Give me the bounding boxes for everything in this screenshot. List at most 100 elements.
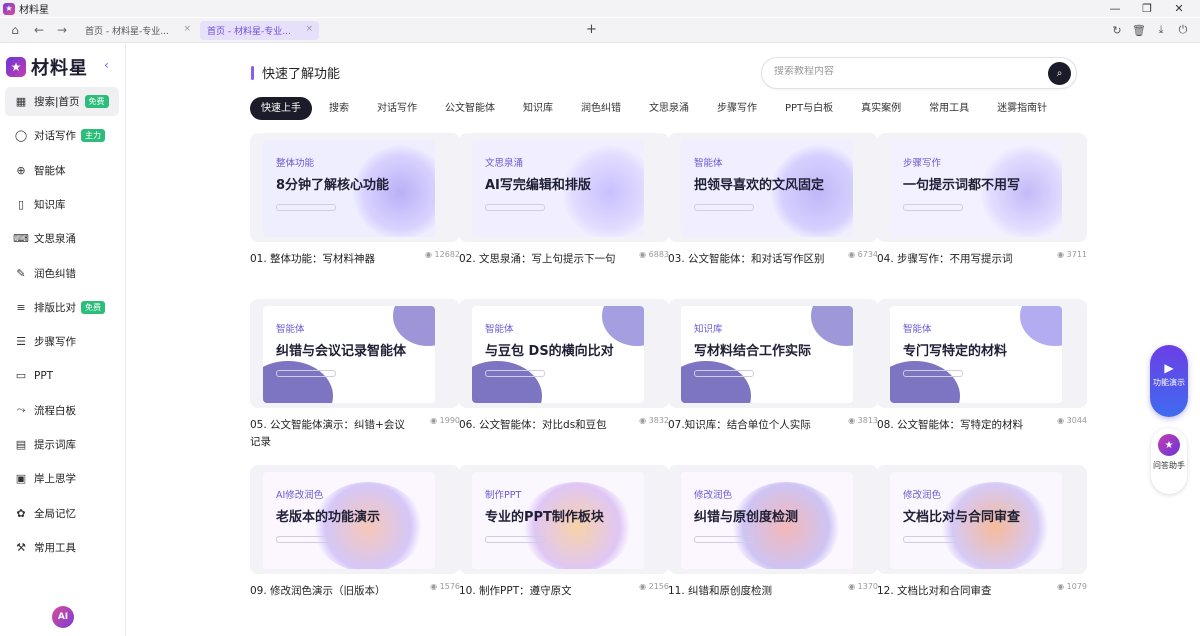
card-caption[interactable]: 04. 步骤写作：不用写提示词 — [877, 251, 1035, 268]
sidebar-item[interactable]: ▦ 搜索|首页 免费 — [5, 87, 119, 116]
sidebar-item[interactable]: ▣ 岸上思学 — [5, 464, 119, 493]
download-icon[interactable]: ⤓ — [1154, 22, 1168, 38]
card-caption[interactable]: 07.知识库：结合单位个人实际 — [668, 417, 826, 434]
eye-icon: ◉ — [1057, 416, 1067, 425]
tutorial-card[interactable]: 智能体 把领导喜欢的文风固定 03. 公文智能体：和对话写作区别 ◉ 6734 — [668, 133, 878, 276]
tutorial-card[interactable]: 修改润色 纠错与原创度检测 11. 纠错和原创度检测 ◉ 1370 — [668, 465, 878, 608]
video-thumbnail[interactable]: 知识库 写材料结合工作实际 — [668, 299, 878, 408]
minimize-button[interactable]: — — [1100, 0, 1130, 17]
tab-close-icon[interactable]: × — [183, 24, 191, 34]
card-caption[interactable]: 06. 公文智能体：对比ds和豆包 — [459, 417, 617, 434]
video-thumbnail[interactable]: 智能体 与豆包 DS的横向比对 — [459, 299, 669, 408]
filter-chip[interactable]: 公文智能体 — [434, 97, 506, 120]
tutorial-card[interactable]: 智能体 与豆包 DS的横向比对 06. 公文智能体：对比ds和豆包 ◉ 3832 — [459, 299, 669, 442]
slide-label-box — [485, 536, 545, 543]
slide-title: 8分钟了解核心功能 — [276, 178, 390, 193]
feature-demo-button[interactable]: ▶ 功能演示 — [1150, 345, 1188, 417]
sidebar-item[interactable]: ⚒ 常用工具 — [5, 533, 119, 562]
collapse-sidebar-icon[interactable]: ‹ — [104, 58, 109, 72]
card-caption[interactable]: 11. 纠错和原创度检测 — [668, 583, 826, 600]
filter-chip[interactable]: 搜索 — [318, 97, 360, 120]
tutorial-card[interactable]: 知识库 写材料结合工作实际 07.知识库：结合单位个人实际 ◉ 3813 — [668, 299, 878, 442]
sidebar-item-label: 步骤写作 — [34, 336, 76, 349]
card-caption[interactable]: 03. 公文智能体：和对话写作区别 — [668, 251, 826, 268]
thumbnail-slide: 修改润色 文档比对与合同审查 — [890, 472, 1062, 569]
tutorial-card[interactable]: 步骤写作 一句提示词都不用写 04. 步骤写作：不用写提示词 ◉ 3711 — [877, 133, 1087, 276]
back-icon[interactable]: ← — [31, 22, 47, 38]
tutorial-card[interactable]: 文思泉涌 AI写完编辑和排版 02. 文思泉涌：写上句提示下一句 ◉ 6883 — [459, 133, 669, 276]
slide-tag: 智能体 — [903, 324, 932, 335]
video-thumbnail[interactable]: 智能体 把领导喜欢的文风固定 — [668, 133, 878, 242]
brand-logo[interactable]: ★ 材料星 — [6, 54, 88, 80]
main-content: 快速了解功能 ⌕ 快速上手搜索对话写作公文智能体知识库润色纠错文思泉涌步骤写作P… — [127, 44, 1200, 636]
video-thumbnail[interactable]: 步骤写作 一句提示词都不用写 — [877, 133, 1087, 242]
filter-chip[interactable]: 知识库 — [512, 97, 564, 120]
sidebar-item[interactable]: ▭ PPT — [5, 361, 119, 390]
tab-label: 首页 - 材料星-专业... — [85, 27, 169, 37]
tutorial-card[interactable]: 修改润色 文档比对与合同审查 12. 文档比对和合同审查 ◉ 1079 — [877, 465, 1087, 608]
card-caption[interactable]: 01. 整体功能：写材料神器 — [250, 251, 408, 268]
view-count: ◉ 3044 — [1057, 416, 1087, 425]
video-thumbnail[interactable]: 整体功能 8分钟了解核心功能 — [250, 133, 460, 242]
browser-tab[interactable]: 首页 - 材料星-专业... × — [78, 21, 197, 40]
home-icon[interactable]: ⌂ — [7, 22, 23, 38]
video-thumbnail[interactable]: 智能体 专门写特定的材料 — [877, 299, 1087, 408]
slide-tag: 步骤写作 — [903, 158, 942, 169]
sidebar-item[interactable]: ⤳ 流程白板 — [5, 396, 119, 425]
maximize-button[interactable]: ❐ — [1132, 0, 1162, 17]
tutorial-card[interactable]: 制作PPT 专业的PPT制作板块 10. 制作PPT：遵守原文 ◉ 2156 — [459, 465, 669, 608]
video-thumbnail[interactable]: AI修改润色 老版本的功能演示 — [250, 465, 460, 574]
sidebar-item-label: 文思泉涌 — [34, 233, 76, 246]
tutorial-card[interactable]: 智能体 专门写特定的材料 08. 公文智能体：写特定的材料 ◉ 3044 — [877, 299, 1087, 442]
sidebar-item[interactable]: ▤ 提示词库 — [5, 430, 119, 459]
sidebar-item[interactable]: ✿ 全局记忆 — [5, 499, 119, 528]
tutorial-card[interactable]: 智能体 纠错与会议记录智能体 05. 公文智能体演示：纠错+会议记录 ◉ 1990 — [250, 299, 460, 448]
filter-chip[interactable]: 步骤写作 — [706, 97, 768, 120]
tutorial-card[interactable]: AI修改润色 老版本的功能演示 09. 修改润色演示（旧版本） ◉ 1576 — [250, 465, 460, 608]
filter-chip[interactable]: 常用工具 — [918, 97, 980, 120]
video-thumbnail[interactable]: 制作PPT 专业的PPT制作板块 — [459, 465, 669, 574]
video-thumbnail[interactable]: 修改润色 纠错与原创度检测 — [668, 465, 878, 574]
tutorial-card[interactable]: 整体功能 8分钟了解核心功能 01. 整体功能：写材料神器 ◉ 12682 — [250, 133, 460, 276]
sidebar-item[interactable]: ≡ 排版比对 免费 — [5, 293, 119, 322]
tab-close-icon[interactable]: × — [305, 24, 313, 34]
slide-label-box — [276, 204, 336, 211]
search-input[interactable] — [774, 66, 1034, 77]
card-caption[interactable]: 09. 修改润色演示（旧版本） — [250, 583, 408, 600]
card-caption[interactable]: 02. 文思泉涌：写上句提示下一句 — [459, 251, 617, 268]
power-icon[interactable]: ⏻ — [1176, 22, 1190, 38]
section-title: 快速了解功能 — [262, 67, 341, 82]
qa-assistant-button[interactable]: ★ 问答助手 — [1151, 428, 1187, 494]
slide-tag: 修改润色 — [903, 490, 942, 501]
forward-icon[interactable]: → — [54, 22, 70, 38]
sidebar-item[interactable]: ☰ 步骤写作 — [5, 327, 119, 356]
filter-chip[interactable]: 润色纠错 — [570, 97, 632, 120]
sidebar-item[interactable]: ▯ 知识库 — [5, 190, 119, 219]
browser-tab-active[interactable]: 首页 - 材料星-专业... × — [200, 21, 319, 40]
sidebar-item[interactable]: ◯ 对话写作 主力 — [5, 121, 119, 150]
sidebar-item[interactable]: ✎ 润色纠错 — [5, 259, 119, 288]
close-window-button[interactable]: ✕ — [1164, 0, 1194, 17]
video-thumbnail[interactable]: 文思泉涌 AI写完编辑和排版 — [459, 133, 669, 242]
trash-icon[interactable]: 🗑 — [1132, 22, 1146, 38]
filter-chip[interactable]: 快速上手 — [250, 97, 312, 120]
filter-chip[interactable]: 文思泉涌 — [638, 97, 700, 120]
card-caption[interactable]: 08. 公文智能体：写特定的材料 — [877, 417, 1035, 434]
sidebar-item[interactable]: ⌨ 文思泉涌 — [5, 224, 119, 253]
video-thumbnail[interactable]: 智能体 纠错与会议记录智能体 — [250, 299, 460, 408]
view-count: ◉ 1370 — [848, 582, 878, 591]
search-button[interactable]: ⌕ — [1048, 62, 1071, 85]
filter-chip[interactable]: PPT与白板 — [774, 97, 844, 120]
filter-chip[interactable]: 迷雾指南针 — [986, 97, 1058, 120]
video-thumbnail[interactable]: 修改润色 文档比对与合同审查 — [877, 465, 1087, 574]
new-tab-button[interactable]: + — [586, 22, 597, 37]
card-caption[interactable]: 12. 文档比对和合同审查 — [877, 583, 1035, 600]
app-logo-icon: ★ — [3, 2, 15, 15]
card-caption[interactable]: 10. 制作PPT：遵守原文 — [459, 583, 617, 600]
filter-chip[interactable]: 真实案例 — [850, 97, 912, 120]
ai-assistant-logo[interactable]: AI — [52, 606, 74, 628]
refresh-icon[interactable]: ↻ — [1110, 22, 1124, 38]
sidebar-item[interactable]: ⊕ 智能体 — [5, 156, 119, 185]
filter-chip[interactable]: 对话写作 — [366, 97, 428, 120]
card-caption[interactable]: 05. 公文智能体演示：纠错+会议记录 — [250, 417, 408, 451]
